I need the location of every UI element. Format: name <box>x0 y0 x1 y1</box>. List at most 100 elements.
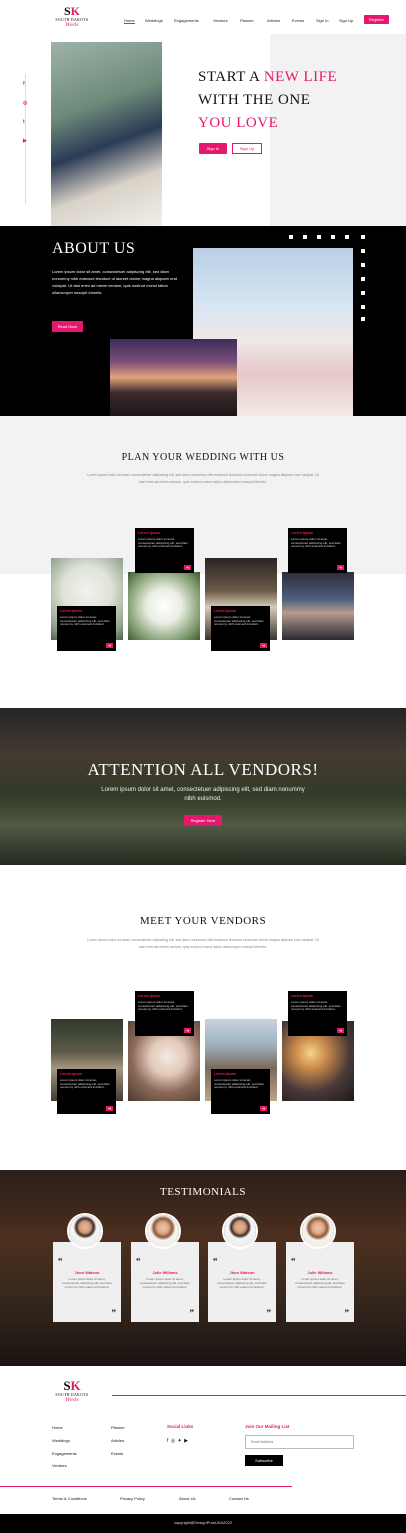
vendors-banner-body: Lorem ipsum dolor sit amet, consectetuer… <box>101 787 305 802</box>
footer-link-contact[interactable]: Contact Us <box>229 1496 249 1501</box>
plan-card-4[interactable]: Lorem Ipsum Lorem ipsum dolor sit amet, … <box>288 528 347 573</box>
quote-close-icon: ” <box>344 1308 350 1318</box>
register-here-button[interactable]: Register Here <box>184 815 222 826</box>
plan-card-3[interactable]: Lorem Ipsum Lorem ipsum dolor sit amet, … <box>211 606 270 651</box>
hero-sign-up-button[interactable]: Sign Up <box>232 143 262 154</box>
plan-section: PLAN YOUR WEDDING WITH US Lorem ipsum do… <box>0 416 406 686</box>
logo-s: S <box>63 4 71 18</box>
footer-link-home[interactable]: Home <box>52 1425 63 1430</box>
about-section: ABOUT US Lorem ipsum dolor sit amet, con… <box>0 226 406 416</box>
arrow-right-icon[interactable]: ➜ <box>337 565 344 570</box>
nav-vendors[interactable]: Vendors <box>213 18 228 23</box>
avatar <box>300 1213 336 1249</box>
arrow-right-icon[interactable]: ➜ <box>184 1028 191 1033</box>
footer-link-privacy[interactable]: Privacy Policy <box>120 1496 145 1501</box>
email-input[interactable] <box>245 1435 354 1449</box>
vendor-card-2[interactable]: Lorem Ipsum Lorem ipsum dolor sit amet, … <box>135 991 194 1036</box>
card-body: Lorem ipsum dolor sit amet, consectetuer… <box>60 1078 110 1090</box>
about-title: ABOUT US <box>52 240 136 257</box>
avatar-photo <box>302 1215 334 1247</box>
hero-section: f ◎ t ▶ START A NEW LIFE WITH THE ONE YO… <box>0 34 406 226</box>
footer-link-terms[interactable]: Terms & Conditions <box>52 1496 87 1501</box>
testimonial-name: Julie Willams <box>307 1270 333 1275</box>
site-footer: SK SOUTH DAKOTA Weds Home Weddings Engag… <box>0 1366 406 1533</box>
logo-mark: SK <box>52 4 92 18</box>
twitter-icon[interactable]: t <box>23 119 25 125</box>
about-dinner-photo <box>110 339 237 416</box>
footer-link-about[interactable]: About Us <box>179 1496 195 1501</box>
testimonial-text: Lorem ipsum dolor sit amet, consectetuer… <box>140 1277 190 1289</box>
hero-line-1b: NEW LIFE <box>263 69 338 85</box>
logo-s: S <box>63 1378 71 1393</box>
meet-body: Lorem ipsum dolor sit amet, consectetuer… <box>87 938 319 949</box>
copyright-text: copyright@DesignProsUSA2022 <box>173 1520 233 1525</box>
register-button[interactable]: Register <box>364 15 389 24</box>
vendor-card-1[interactable]: Lorem Ipsum Lorem ipsum dolor sit amet, … <box>57 1069 116 1114</box>
footer-logo[interactable]: SK SOUTH DAKOTA Weds <box>52 1378 92 1408</box>
footer-bottom-divider <box>0 1486 292 1487</box>
vendor-card-3[interactable]: Lorem Ipsum Lorem ipsum dolor sit amet, … <box>211 1069 270 1114</box>
nav-articles[interactable]: Articles <box>267 18 280 23</box>
logo[interactable]: SK SOUTH DAKOTA Weds <box>52 4 92 32</box>
youtube-icon[interactable]: ▶ <box>23 138 27 144</box>
arrow-right-icon[interactable]: ➜ <box>106 643 113 648</box>
dot-pattern <box>288 234 368 324</box>
arrow-right-icon[interactable]: ➜ <box>184 565 191 570</box>
card-body: Lorem ipsum dolor sit amet, consectetuer… <box>60 615 110 627</box>
card-title: Lorem Ipsum <box>60 609 82 613</box>
nav-engagements[interactable]: Engagements <box>174 18 199 23</box>
subscribe-button[interactable]: Subscribe <box>245 1455 283 1466</box>
plan-title: PLAN YOUR WEDDING WITH US <box>121 452 285 463</box>
plan-card-1[interactable]: Lorem Ipsum Lorem ipsum dolor sit amet, … <box>57 606 116 651</box>
footer-link-vendors[interactable]: Vendors <box>52 1463 67 1468</box>
plan-photo-2 <box>128 572 200 640</box>
testimonial-text: Lorem ipsum dolor sit amet, consectetuer… <box>295 1277 345 1289</box>
card-title: Lorem Ipsum <box>214 1072 236 1076</box>
quote-close-icon: ” <box>189 1308 195 1318</box>
hero-line-1: START A NEW LIFE <box>198 66 398 89</box>
footer-link-weddings[interactable]: Weddings <box>52 1438 70 1443</box>
mailing-list-title: Join Our Mailing List <box>245 1424 290 1429</box>
nav-events[interactable]: Events <box>292 18 304 23</box>
quote-open-icon: “ <box>213 1256 218 1266</box>
facebook-icon[interactable]: f <box>23 81 25 87</box>
plan-card-2[interactable]: Lorem Ipsum Lorem ipsum dolor sit amet, … <box>135 528 194 573</box>
instagram-icon[interactable]: ◎ <box>23 100 27 106</box>
footer-link-articles[interactable]: Articles <box>111 1438 124 1443</box>
copyright-bar: copyright@DesignProsUSA2022 <box>0 1514 406 1533</box>
nav-home[interactable]: Home <box>124 18 135 24</box>
avatar-photo <box>147 1215 179 1247</box>
quote-close-icon: ” <box>111 1308 117 1318</box>
read-more-button[interactable]: Read More <box>52 321 83 332</box>
testimonial-name: Jhon Watson <box>229 1270 255 1275</box>
meet-section: MEET YOUR VENDORS Lorem ipsum dolor sit … <box>0 865 406 1170</box>
vendor-card-4[interactable]: Lorem Ipsum Lorem ipsum dolor sit amet, … <box>288 991 347 1036</box>
avatar <box>222 1213 258 1249</box>
footer-social-icons[interactable]: f ◎ ✦ ▶ <box>167 1438 188 1444</box>
card-title: Lorem Ipsum <box>138 531 160 535</box>
hero-line-3: YOU LOVE <box>198 115 279 131</box>
card-body: Lorem ipsum dolor sit amet, consectetuer… <box>138 537 188 549</box>
testimonials-title: TESTIMONIALS <box>159 1186 247 1198</box>
nav-sign-up[interactable]: Sign Up <box>339 18 353 23</box>
arrow-right-icon[interactable]: ➜ <box>260 643 267 648</box>
nav-weddings[interactable]: Weddings <box>145 18 163 23</box>
nav-planner[interactable]: Planner <box>240 18 254 23</box>
footer-link-planner[interactable]: Planner <box>111 1425 125 1430</box>
testimonial-card-1: “ Jhon Watson Lorem ipsum dolor sit amet… <box>53 1242 121 1322</box>
footer-top-divider <box>112 1395 406 1396</box>
footer-link-engagements[interactable]: Engagements <box>52 1451 77 1456</box>
arrow-right-icon[interactable]: ➜ <box>260 1106 267 1111</box>
quote-close-icon: ” <box>266 1308 272 1318</box>
nav-sign-in[interactable]: Sign In <box>316 18 328 23</box>
hero-sign-in-button[interactable]: Sign In <box>199 143 227 154</box>
card-body: Lorem ipsum dolor sit amet, consectetuer… <box>214 1078 264 1090</box>
avatar <box>67 1213 103 1249</box>
social-links-title: Social Links <box>167 1424 194 1429</box>
footer-link-events[interactable]: Events <box>111 1451 123 1456</box>
arrow-right-icon[interactable]: ➜ <box>337 1028 344 1033</box>
card-body: Lorem ipsum dolor sit amet, consectetuer… <box>214 615 264 627</box>
avatar-photo <box>224 1215 256 1247</box>
plan-photo-4 <box>282 572 354 640</box>
arrow-right-icon[interactable]: ➜ <box>106 1106 113 1111</box>
